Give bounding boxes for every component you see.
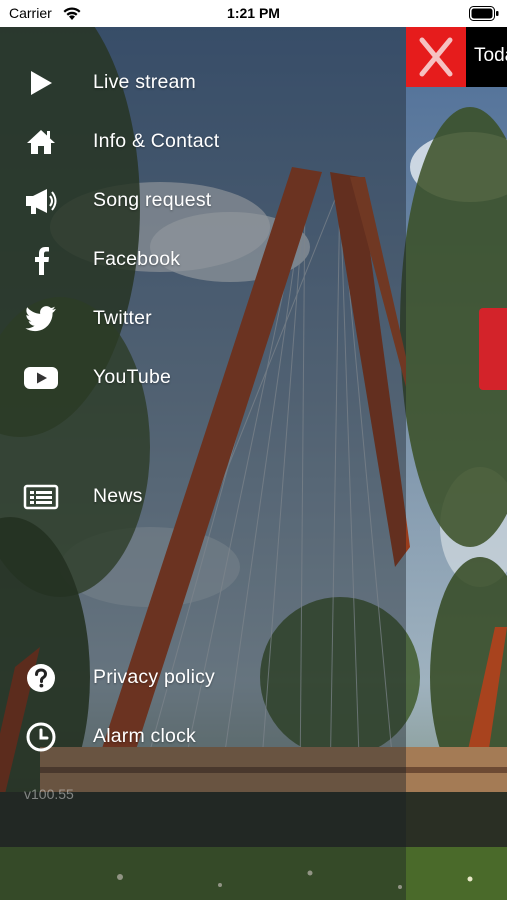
- menu-item-label: Live stream: [93, 71, 196, 93]
- clock-icon: [22, 720, 60, 754]
- menu-item-facebook[interactable]: Facebook: [0, 235, 406, 285]
- facebook-icon: [22, 243, 60, 277]
- menu-item-live-stream[interactable]: Live stream: [0, 58, 406, 108]
- home-icon: [22, 125, 60, 159]
- menu-item-label: Alarm clock: [93, 725, 196, 747]
- menu-item-info-contact[interactable]: Info & Contact: [0, 117, 406, 167]
- station-logo: [479, 308, 507, 390]
- app-version: v100.55: [24, 786, 74, 802]
- play-icon: [22, 66, 60, 100]
- status-bar: Carrier 1:21 PM: [0, 0, 507, 27]
- menu-item-youtube[interactable]: YouTube: [0, 353, 406, 403]
- menu-item-label: News: [93, 485, 143, 507]
- menu-item-label: Twitter: [93, 307, 152, 329]
- menu-item-label: Song request: [93, 189, 212, 211]
- menu-item-label: Info & Contact: [93, 130, 220, 152]
- twitter-icon: [22, 302, 60, 336]
- menu-item-privacy-policy[interactable]: Privacy policy: [0, 653, 406, 703]
- close-button[interactable]: [406, 27, 466, 87]
- main-header-title: Toda: [474, 45, 507, 66]
- menu-item-alarm-clock[interactable]: Alarm clock: [0, 712, 406, 762]
- menu-item-label: YouTube: [93, 366, 172, 388]
- close-icon: [419, 37, 453, 77]
- main-header-bar: Toda: [406, 27, 507, 87]
- question-icon: [22, 661, 60, 695]
- menu-item-song-request[interactable]: Song request: [0, 176, 406, 226]
- menu-item-news[interactable]: News: [0, 472, 406, 522]
- megaphone-icon: [22, 184, 60, 218]
- clock-time: 1:21 PM: [227, 5, 280, 21]
- menu-item-label: Facebook: [93, 248, 181, 270]
- menu-item-twitter[interactable]: Twitter: [0, 294, 406, 344]
- news-icon: [22, 480, 60, 514]
- menu-item-label: Privacy policy: [93, 666, 215, 688]
- youtube-icon: [22, 361, 60, 395]
- battery-icon: [469, 6, 499, 21]
